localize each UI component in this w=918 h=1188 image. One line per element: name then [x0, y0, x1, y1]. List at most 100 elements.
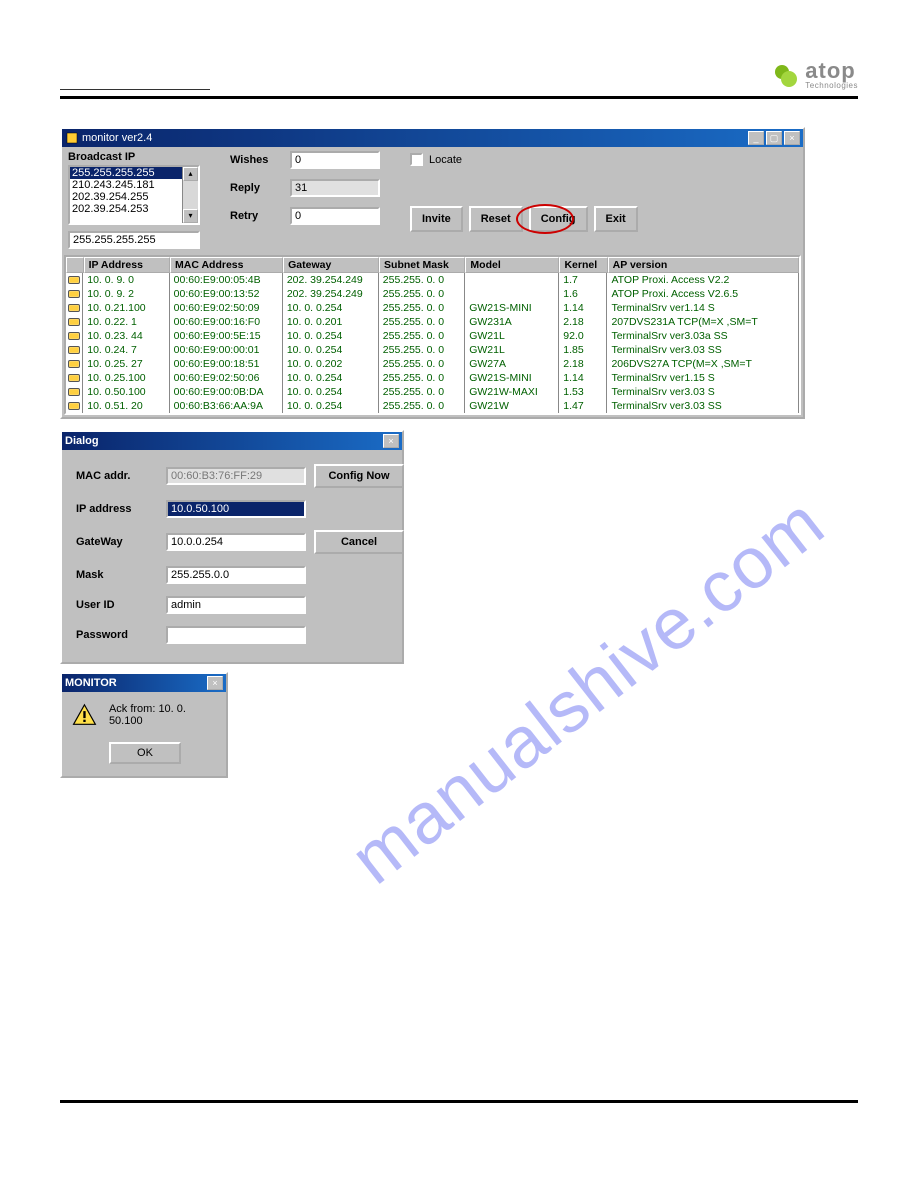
- table-row[interactable]: 10. 0. 9. 000:60:E9:00:05:4B202. 39.254.…: [66, 273, 799, 287]
- table-header[interactable]: IP Address MAC Address Gateway Subnet Ma…: [66, 257, 799, 273]
- mask-field[interactable]: 255.255.0.0: [166, 566, 306, 584]
- col-ap[interactable]: AP version: [608, 257, 799, 273]
- col-model[interactable]: Model: [465, 257, 559, 273]
- cell-ap: ATOP Proxi. Access V2.6.5: [607, 287, 799, 301]
- ok-button[interactable]: OK: [109, 742, 181, 764]
- cell-kernel: 1.6: [559, 287, 607, 301]
- cell-ip: 10. 0.25.100: [83, 371, 169, 385]
- cell-gateway: 10. 0. 0.254: [283, 371, 379, 385]
- table-row[interactable]: 10. 0.22. 100:60:E9:00:16:F010. 0. 0.201…: [66, 315, 799, 329]
- wishes-label: Wishes: [230, 154, 290, 166]
- cell-mac: 00:60:E9:02:50:06: [170, 371, 283, 385]
- scroll-down-arrow-icon[interactable]: ▾: [183, 209, 198, 223]
- footer-rule: [60, 1100, 858, 1103]
- col-gateway[interactable]: Gateway: [283, 257, 379, 273]
- cell-ap: TerminalSrv ver3.03 SS: [607, 399, 799, 413]
- device-table[interactable]: IP Address MAC Address Gateway Subnet Ma…: [64, 255, 801, 415]
- cell-mask: 255.255. 0. 0: [379, 273, 465, 287]
- cell-ap: TerminalSrv ver1.15 S: [607, 371, 799, 385]
- gateway-label: GateWay: [76, 536, 158, 548]
- brand-name: atop: [805, 60, 858, 82]
- listbox-scrollbar[interactable]: ▴ ▾: [182, 167, 198, 223]
- ip-field[interactable]: 10.0.50.100: [166, 500, 306, 518]
- reply-field: 31: [290, 179, 380, 197]
- config-dialog: Dialog × MAC addr. 00:60:B3:76:FF:29 Con…: [60, 430, 404, 664]
- atop-logo-icon: [773, 63, 801, 87]
- cell-gateway: 10. 0. 0.254: [283, 343, 379, 357]
- cell-ap: 206DVS27A TCP(M=X ,SM=T: [607, 357, 799, 371]
- config-now-button[interactable]: Config Now: [314, 464, 404, 488]
- cell-kernel: 1.7: [559, 273, 607, 287]
- broadcast-listbox[interactable]: 255.255.255.255210.243.245.181202.39.254…: [68, 165, 200, 225]
- brand-subtitle: Technologies: [805, 82, 858, 90]
- wishes-field[interactable]: 0: [290, 151, 380, 169]
- ack-titlebar[interactable]: MONITOR ×: [62, 674, 226, 692]
- monitor-window: monitor ver2.4 _ ▢ × Broadcast IP 255.25…: [60, 127, 805, 419]
- cancel-button[interactable]: Cancel: [314, 530, 404, 554]
- warning-icon: [72, 702, 97, 728]
- gateway-field[interactable]: 10.0.0.254: [166, 533, 306, 551]
- col-kernel[interactable]: Kernel: [559, 257, 607, 273]
- broadcast-item[interactable]: 210.243.245.181: [70, 179, 198, 191]
- reply-label: Reply: [230, 182, 290, 194]
- ip-label: IP address: [76, 503, 158, 515]
- userid-field[interactable]: admin: [166, 596, 306, 614]
- broadcast-item[interactable]: 202.39.254.253: [70, 203, 198, 215]
- close-button[interactable]: ×: [784, 131, 800, 145]
- status-led-icon: [66, 273, 83, 287]
- cell-kernel: 92.0: [559, 329, 607, 343]
- status-led-icon: [66, 301, 83, 315]
- locate-checkbox[interactable]: [410, 153, 423, 166]
- ack-close-button[interactable]: ×: [207, 676, 223, 690]
- dialog-close-button[interactable]: ×: [383, 434, 399, 448]
- config-button[interactable]: Config: [529, 206, 588, 232]
- scroll-up-arrow-icon[interactable]: ▴: [183, 167, 198, 181]
- retry-field[interactable]: 0: [290, 207, 380, 225]
- status-led-icon: [66, 329, 83, 343]
- brand-logo: atop Technologies: [773, 60, 858, 90]
- locate-label: Locate: [429, 154, 462, 166]
- ip-value: 10.0.50.100: [168, 502, 304, 516]
- reset-button[interactable]: Reset: [469, 206, 523, 232]
- invite-button[interactable]: Invite: [410, 206, 463, 232]
- table-row[interactable]: 10. 0.50.10000:60:E9:00:0B:DA10. 0. 0.25…: [66, 385, 799, 399]
- table-row[interactable]: 10. 0.23. 4400:60:E9:00:5E:1510. 0. 0.25…: [66, 329, 799, 343]
- maximize-button[interactable]: ▢: [766, 131, 782, 145]
- table-row[interactable]: 10. 0. 9. 200:60:E9:00:13:52202. 39.254.…: [66, 287, 799, 301]
- table-row[interactable]: 10. 0.51. 2000:60:B3:66:AA:9A10. 0. 0.25…: [66, 399, 799, 413]
- cell-model: [465, 273, 559, 287]
- col-ip[interactable]: IP Address: [84, 257, 170, 273]
- mac-label: MAC addr.: [76, 470, 158, 482]
- table-row[interactable]: 10. 0.24. 700:60:E9:00:00:0110. 0. 0.254…: [66, 343, 799, 357]
- cell-mask: 255.255. 0. 0: [379, 399, 465, 413]
- cell-ap: TerminalSrv ver3.03 S: [607, 385, 799, 399]
- cell-mac: 00:60:E9:00:05:4B: [170, 273, 283, 287]
- mac-field: 00:60:B3:76:FF:29: [166, 467, 306, 485]
- cell-model: GW21S-MINI: [465, 371, 559, 385]
- cell-ip: 10. 0.24. 7: [83, 343, 169, 357]
- cell-ip: 10. 0.22. 1: [83, 315, 169, 329]
- cell-model: GW21L: [465, 329, 559, 343]
- broadcast-input[interactable]: 255.255.255.255: [68, 231, 200, 249]
- table-row[interactable]: 10. 0.21.10000:60:E9:02:50:0910. 0. 0.25…: [66, 301, 799, 315]
- col-led[interactable]: [66, 257, 84, 273]
- monitor-titlebar[interactable]: monitor ver2.4 _ ▢ ×: [62, 129, 803, 147]
- table-row[interactable]: 10. 0.25. 2700:60:E9:00:18:5110. 0. 0.20…: [66, 357, 799, 371]
- ack-title: MONITOR: [65, 677, 207, 689]
- password-field[interactable]: [166, 626, 306, 644]
- col-mac[interactable]: MAC Address: [170, 257, 283, 273]
- password-label: Password: [76, 629, 158, 641]
- cell-ap: TerminalSrv ver1.14 S: [607, 301, 799, 315]
- dialog-titlebar[interactable]: Dialog ×: [62, 432, 402, 450]
- broadcast-item[interactable]: 255.255.255.255: [70, 167, 198, 179]
- ack-dialog: MONITOR × Ack from: 10. 0. 50.100 OK: [60, 672, 228, 778]
- col-mask[interactable]: Subnet Mask: [379, 257, 465, 273]
- table-row[interactable]: 10. 0.25.10000:60:E9:02:50:0610. 0. 0.25…: [66, 371, 799, 385]
- broadcast-item[interactable]: 202.39.254.255: [70, 191, 198, 203]
- scroll-track[interactable]: [183, 181, 198, 209]
- exit-button[interactable]: Exit: [594, 206, 638, 232]
- minimize-button[interactable]: _: [748, 131, 764, 145]
- header-rule: [60, 96, 858, 99]
- cell-kernel: 1.14: [559, 371, 607, 385]
- status-led-icon: [66, 371, 83, 385]
